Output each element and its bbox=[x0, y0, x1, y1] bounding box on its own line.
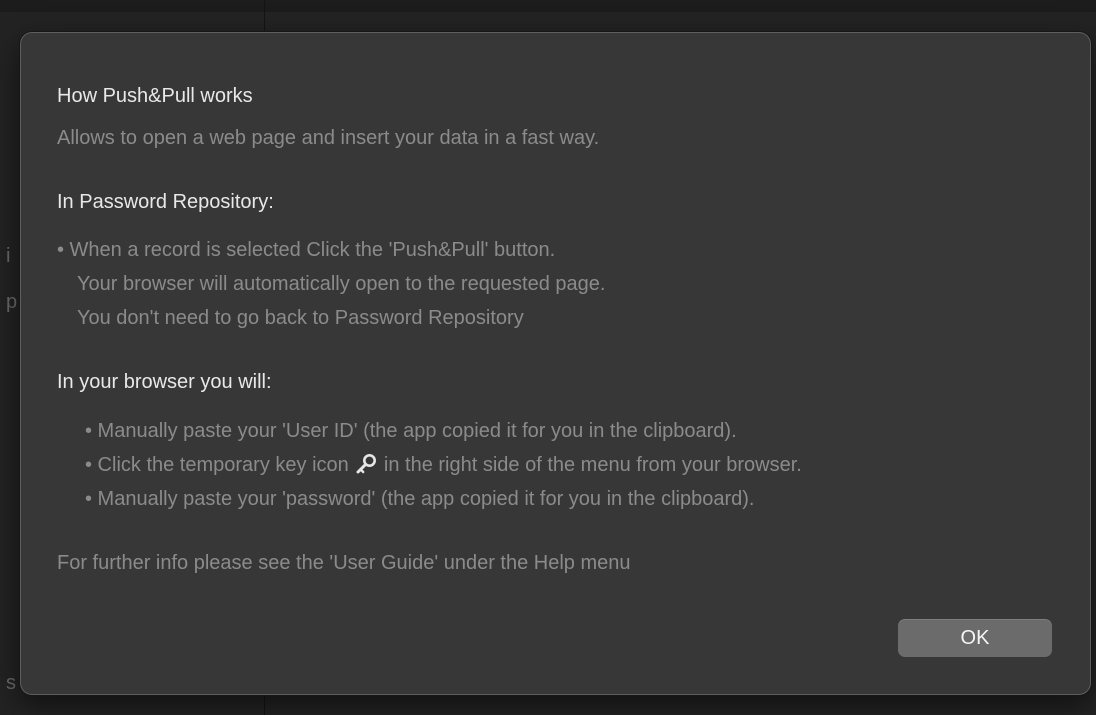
background-toolbar-strip bbox=[0, 0, 1096, 12]
browser-instruction-line: • Manually paste your 'password' (the ap… bbox=[85, 488, 755, 510]
repository-instruction-line: You don't need to go back to Password Re… bbox=[77, 307, 524, 329]
browser-instruction-line: • Manually paste your 'User ID' (the app… bbox=[85, 420, 737, 442]
repository-instruction-line: Your browser will automatically open to … bbox=[77, 273, 606, 295]
background-partial-text: s bbox=[6, 672, 16, 694]
browser-instruction-text: in the right side of the menu from your … bbox=[378, 454, 802, 476]
repository-section-heading: In Password Repository: bbox=[57, 191, 274, 213]
browser-instruction-line: • Click the temporary key icon in the ri… bbox=[85, 452, 802, 478]
background-partial-text: i bbox=[6, 245, 11, 267]
background-partial-text: p bbox=[6, 291, 18, 313]
repository-instruction-line: • When a record is selected Click the 'P… bbox=[57, 239, 556, 261]
push-pull-help-dialog: How Push&Pull works Allows to open a web… bbox=[20, 32, 1091, 695]
dialog-footer-text: For further info please see the 'User Gu… bbox=[57, 552, 631, 574]
browser-instruction-text: • Click the temporary key icon bbox=[85, 454, 349, 476]
key-icon bbox=[355, 453, 377, 475]
dialog-intro-text: Allows to open a web page and insert you… bbox=[57, 127, 600, 149]
ok-button[interactable]: OK bbox=[898, 619, 1052, 657]
dialog-title: How Push&Pull works bbox=[57, 85, 253, 107]
browser-section-heading: In your browser you will: bbox=[57, 371, 272, 393]
